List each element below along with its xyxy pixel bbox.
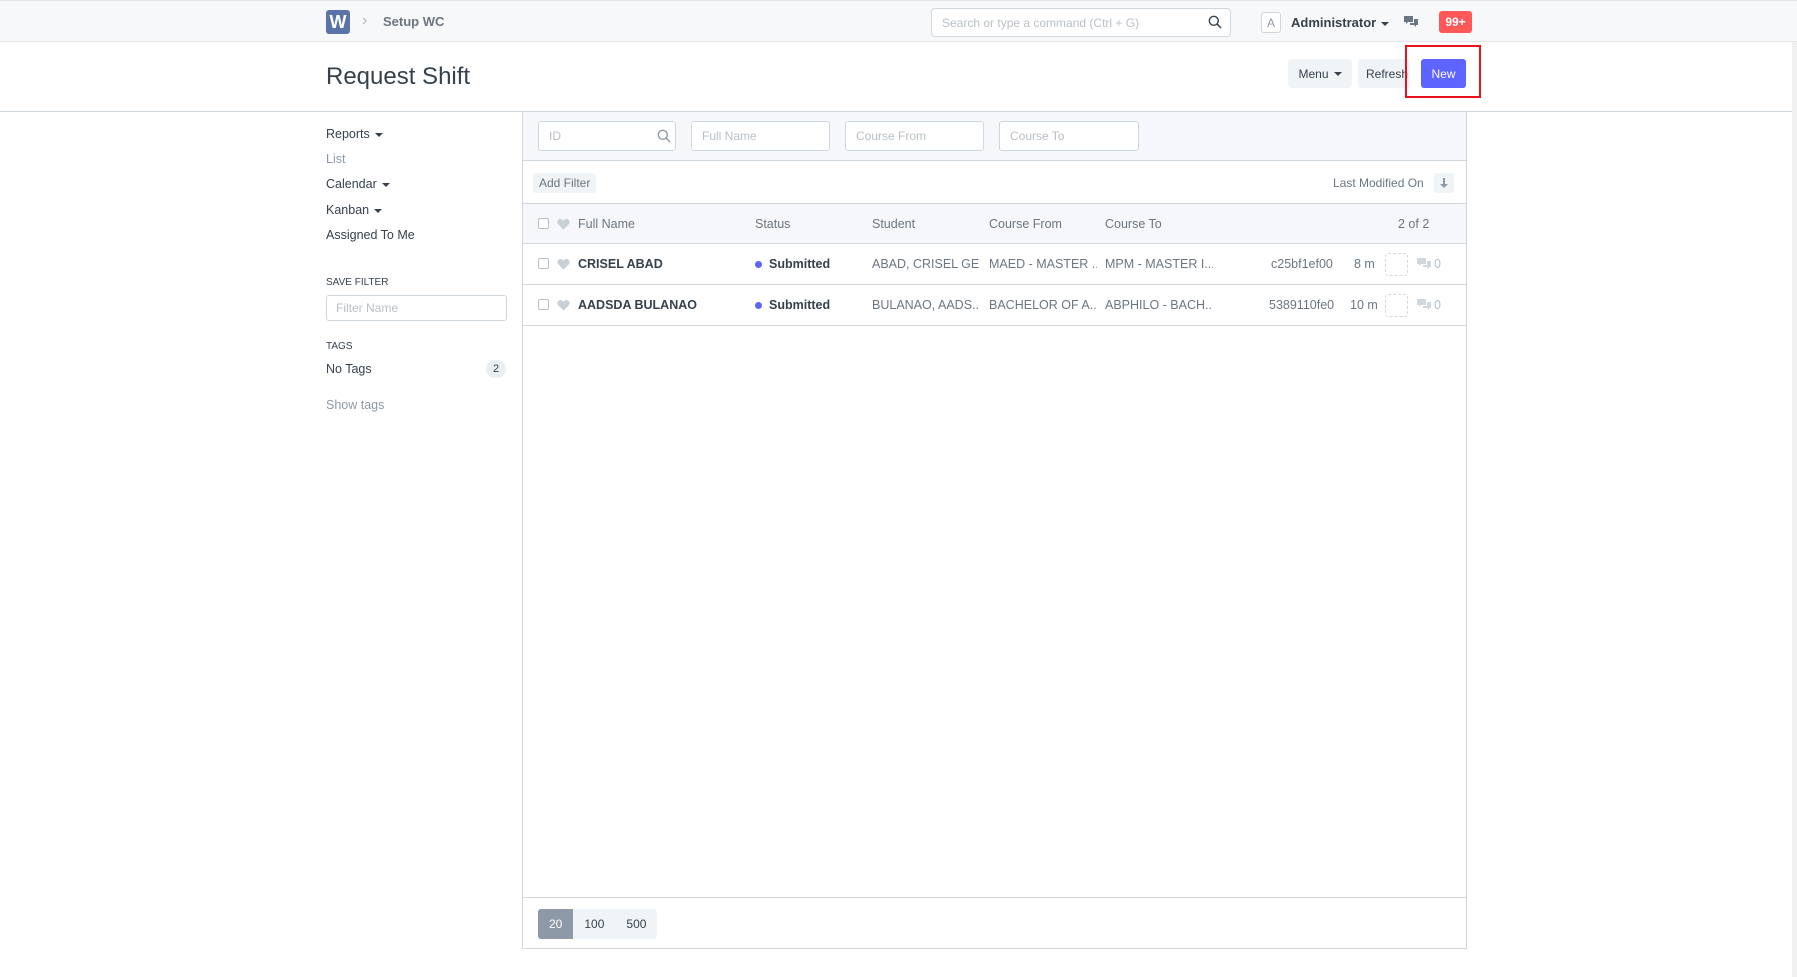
menu-button-label: Menu [1298, 66, 1329, 81]
page-length-500-button[interactable]: 500 [615, 909, 658, 939]
caret-down-icon [1381, 21, 1390, 26]
filter-bar: Add Filter Last Modified On [523, 161, 1466, 204]
full-name-filter-input[interactable] [691, 121, 830, 151]
caret-down-icon [381, 182, 390, 187]
heart-icon[interactable] [557, 299, 570, 311]
column-header-student[interactable]: Student [872, 204, 915, 243]
assign-avatar-placeholder[interactable] [1385, 294, 1408, 317]
select-all-checkbox[interactable] [538, 218, 549, 229]
row-id: 5389110fe0 [1269, 298, 1335, 312]
column-header-status[interactable]: Status [755, 204, 790, 243]
status-indicator [755, 301, 762, 309]
list-count: 2 of 2 [1398, 216, 1430, 231]
row-full-name[interactable]: CRISEL ABAD [578, 244, 663, 284]
row-course-to[interactable]: ABPHILO - BACH... [1105, 285, 1213, 325]
page-title: Request Shift [326, 63, 471, 90]
sidebar-item-label: Reports [326, 127, 370, 141]
page-head: Request Shift Menu Refresh New [0, 42, 1797, 112]
save-filter-label: SAVE FILTER [326, 277, 389, 288]
id-filter-input[interactable] [538, 121, 676, 151]
row-student[interactable]: ABAD, CRISEL GE... [872, 244, 980, 284]
heart-icon [557, 218, 570, 230]
row-course-from[interactable]: BACHELOR OF A... [989, 285, 1097, 325]
row-modified: 8 m [1354, 257, 1375, 271]
awesomebar [931, 8, 1231, 37]
sidebar-item-label: Kanban [326, 203, 370, 217]
column-header-course-to[interactable]: Course To [1105, 204, 1162, 243]
page-length-20-button[interactable]: 20 [538, 909, 574, 939]
tag-count-badge: 2 [486, 360, 506, 378]
row-course-from[interactable]: MAED - MASTER ... [989, 244, 1097, 284]
row-checkbox[interactable] [538, 299, 549, 310]
tags-label: TAGS [326, 341, 353, 352]
table-row[interactable]: CRISEL ABAD Submitted ABAD, CRISEL GE...… [523, 244, 1466, 285]
list-header: Full Name Status Student Course From Cou… [523, 204, 1466, 244]
row-status-label: Submitted [769, 257, 831, 271]
sidebar-item-no-tags[interactable]: No Tags [326, 362, 372, 376]
course-from-filter-input[interactable] [845, 121, 984, 151]
paging-area: 20 100 500 [523, 897, 1466, 948]
sort-selector[interactable]: Last Modified On [1333, 176, 1424, 190]
highlight-box [1405, 45, 1481, 98]
row-course-to[interactable]: MPM - MASTER I... [1105, 244, 1213, 284]
list-panel: Add Filter Last Modified On Full Name St… [522, 112, 1467, 949]
app-logo[interactable]: W [326, 10, 350, 34]
breadcrumb[interactable]: Setup WC [383, 14, 444, 29]
standard-filters [523, 112, 1466, 161]
caret-down-icon [1333, 71, 1342, 76]
caret-down-icon [374, 208, 383, 213]
row-full-name[interactable]: AADSDA BULANAO [578, 285, 697, 325]
row-comment-count: 0 [1434, 257, 1441, 271]
search-icon[interactable] [1208, 15, 1222, 29]
sort-descending-icon [1440, 178, 1448, 188]
heart-icon[interactable] [557, 258, 570, 270]
row-status-label: Submitted [769, 298, 831, 312]
avatar[interactable]: A [1261, 12, 1281, 33]
row-student[interactable]: BULANAO, AADS... [872, 285, 980, 325]
filter-name-input[interactable] [326, 295, 507, 321]
page-scrollbar[interactable] [1792, 42, 1797, 977]
row-status[interactable]: Submitted [755, 244, 830, 284]
notification-badge[interactable]: 99+ [1439, 11, 1472, 33]
row-checkbox[interactable] [538, 258, 549, 269]
sort-order-button[interactable] [1434, 173, 1454, 193]
show-tags-link[interactable]: Show tags [326, 398, 384, 412]
search-input[interactable] [932, 9, 1192, 36]
caret-down-icon [374, 132, 383, 137]
assign-avatar-placeholder[interactable] [1385, 253, 1408, 276]
user-name-label: Administrator [1291, 15, 1377, 30]
chat-icon[interactable] [1403, 15, 1419, 29]
row-modified: 10 m [1350, 298, 1378, 312]
comment-icon [1417, 299, 1431, 310]
user-dropdown[interactable]: Administrator [1291, 15, 1390, 30]
sidebar-item-list[interactable]: List [326, 152, 345, 166]
sidebar-item-kanban[interactable]: Kanban [326, 203, 383, 217]
sidebar-item-calendar[interactable]: Calendar [326, 177, 390, 191]
page-length-selector: 20 100 500 [538, 909, 658, 939]
sidebar-item-reports[interactable]: Reports [326, 127, 383, 141]
chevron-right-icon: › [362, 12, 368, 29]
sidebar-item-label: Calendar [326, 177, 377, 191]
table-row[interactable]: AADSDA BULANAO Submitted BULANAO, AADS..… [523, 285, 1466, 326]
comment-icon [1417, 258, 1431, 269]
add-filter-button[interactable]: Add Filter [533, 173, 597, 193]
page-length-100-button[interactable]: 100 [573, 909, 616, 939]
search-icon [657, 129, 671, 143]
column-header-full-name[interactable]: Full Name [578, 204, 635, 243]
navbar: W › Setup WC A Administrator 99+ [0, 0, 1797, 42]
refresh-button[interactable]: Refresh [1358, 59, 1410, 88]
column-header-course-from[interactable]: Course From [989, 204, 1062, 243]
sidebar-item-assigned-to-me[interactable]: Assigned To Me [326, 228, 415, 242]
row-comment-count: 0 [1434, 298, 1441, 312]
row-id: c25bf1ef00 [1271, 257, 1333, 271]
menu-button[interactable]: Menu [1288, 59, 1352, 88]
course-to-filter-input[interactable] [999, 121, 1139, 151]
row-status[interactable]: Submitted [755, 285, 830, 325]
status-indicator [755, 260, 762, 268]
